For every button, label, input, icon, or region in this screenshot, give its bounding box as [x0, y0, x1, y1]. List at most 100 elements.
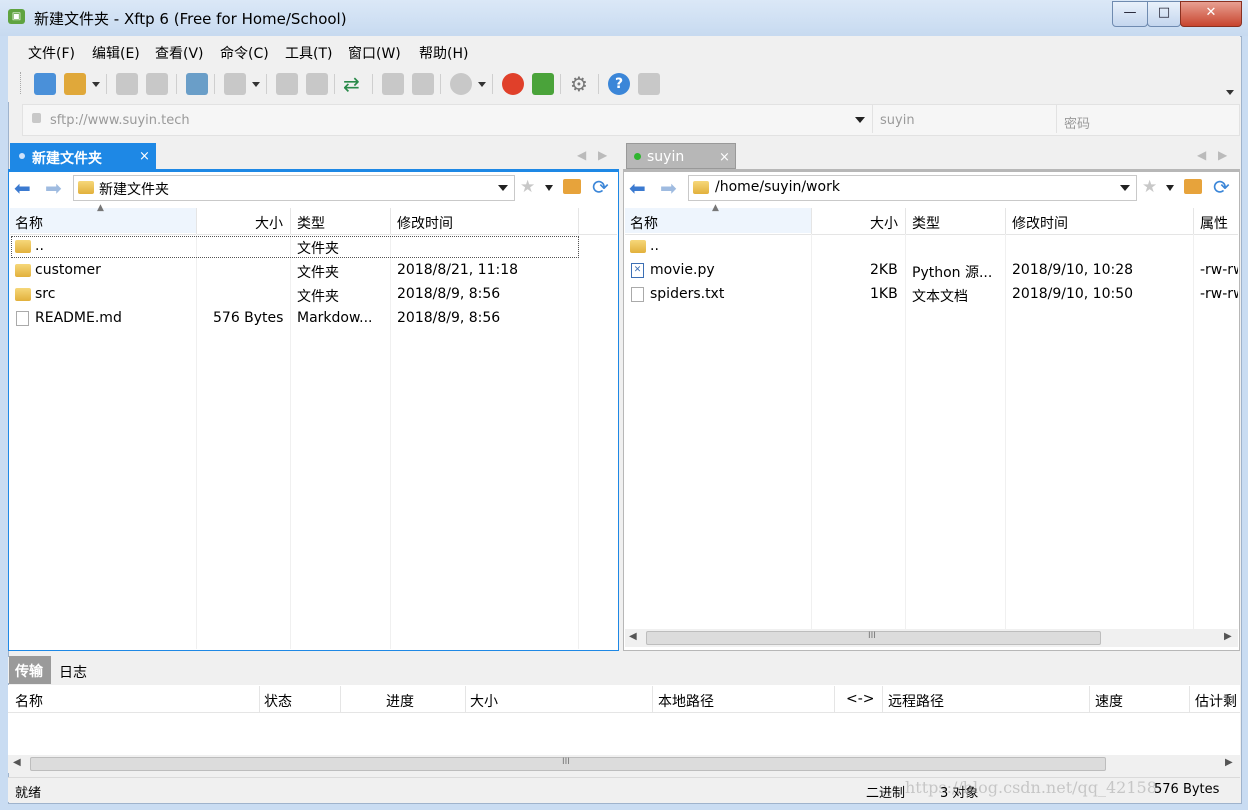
table-row[interactable] [626, 236, 1238, 258]
col-sep[interactable] [905, 208, 906, 234]
local-col-modified[interactable]: 修改时间 [397, 213, 453, 233]
back-arrow-icon[interactable]: ⬅ [14, 176, 31, 200]
terminal-icon[interactable] [224, 73, 246, 95]
new-session-icon[interactable] [34, 73, 56, 95]
transfer-col-name[interactable]: 名称 [15, 691, 43, 711]
properties-icon[interactable] [186, 73, 208, 95]
toolbar-separator [440, 74, 441, 94]
url-dropdown-icon[interactable] [855, 117, 865, 123]
url-input[interactable]: sftp://www.suyin.tech [50, 113, 190, 128]
col-sep[interactable] [259, 686, 260, 712]
col-sep[interactable] [465, 686, 466, 712]
xshell-icon[interactable] [502, 73, 524, 95]
menu-window[interactable]: 窗口(W) [348, 43, 401, 63]
col-sep[interactable] [290, 208, 291, 234]
transfer-col-direction[interactable]: <-> [846, 691, 875, 707]
col-sep[interactable] [652, 686, 653, 712]
scroll-grip: III [868, 631, 876, 641]
remote-col-type[interactable]: 类型 [912, 213, 940, 233]
settings-gear-icon[interactable]: ⚙ [570, 72, 588, 96]
tab-remote-close-icon[interactable]: × [719, 150, 730, 165]
forward-arrow-icon[interactable]: ➡ [45, 176, 62, 200]
transfer-col-remote-path[interactable]: 远程路径 [888, 691, 944, 711]
menu-view[interactable]: 查看(V) [155, 43, 204, 63]
transfer-mode[interactable]: 二进制 [866, 782, 905, 801]
connect-icon[interactable] [116, 73, 138, 95]
local-col-name[interactable]: 名称 [15, 213, 43, 233]
col-sep[interactable] [390, 208, 391, 234]
tab-scroll-right-icon[interactable]: ▶ [1218, 148, 1227, 162]
username-input[interactable]: suyin [880, 113, 915, 128]
col-sep[interactable] [340, 686, 341, 712]
sync-icon[interactable] [382, 73, 404, 95]
local-col-size[interactable]: 大小 [255, 213, 283, 233]
tab-local-close-icon[interactable]: × [139, 149, 150, 164]
favorite-dropdown-icon[interactable] [545, 185, 553, 191]
forward-arrow-icon[interactable]: ➡ [660, 176, 677, 200]
open-folder-icon[interactable] [64, 73, 86, 95]
scroll-left-icon[interactable]: ◀ [629, 631, 637, 642]
menu-command[interactable]: 命令(C) [220, 43, 269, 63]
home-folder-icon[interactable] [563, 179, 581, 194]
col-sep[interactable] [1189, 686, 1190, 712]
col-sep[interactable] [1005, 208, 1006, 234]
transfer-col-progress[interactable]: 进度 [386, 691, 414, 711]
tab-scroll-right-icon[interactable]: ▶ [598, 148, 607, 162]
copy-icon[interactable] [276, 73, 298, 95]
menu-tools[interactable]: 工具(T) [285, 43, 332, 63]
col-sep[interactable] [1193, 208, 1194, 234]
back-arrow-icon[interactable]: ⬅ [629, 176, 646, 200]
open-dropdown-icon[interactable] [92, 82, 100, 87]
scroll-left-icon[interactable]: ◀ [13, 757, 21, 768]
favorite-star-icon[interactable]: ★ [1142, 177, 1157, 197]
toolbar-overflow-icon[interactable] [1226, 90, 1234, 95]
chat-icon[interactable] [638, 73, 660, 95]
local-col-type[interactable]: 类型 [297, 213, 325, 233]
maximize-button[interactable]: □ [1147, 1, 1181, 27]
favorite-dropdown-icon[interactable] [1166, 185, 1174, 191]
close-button[interactable]: ✕ [1180, 1, 1242, 27]
scroll-right-icon[interactable]: ▶ [1225, 757, 1233, 768]
remote-col-name[interactable]: 名称 [630, 213, 658, 233]
menu-help[interactable]: 帮助(H) [419, 43, 468, 63]
home-folder-icon[interactable] [1184, 179, 1202, 194]
xftp-icon[interactable] [532, 73, 554, 95]
status-icon[interactable] [450, 73, 472, 95]
transfer-col-status[interactable]: 状态 [264, 691, 292, 711]
col-sep[interactable] [578, 208, 579, 234]
terminal-dropdown-icon[interactable] [252, 82, 260, 87]
remote-path-dropdown-icon[interactable] [1120, 185, 1130, 191]
table-row[interactable] [11, 236, 579, 258]
favorite-star-icon[interactable]: ★ [520, 177, 535, 197]
col-sep[interactable] [196, 208, 197, 234]
minimize-button[interactable]: — [1112, 1, 1148, 27]
status-dropdown-icon[interactable] [478, 82, 486, 87]
row-type: 文件夹 [297, 241, 339, 257]
remote-col-size[interactable]: 大小 [870, 213, 898, 233]
local-path-dropdown-icon[interactable] [498, 185, 508, 191]
tab-scroll-left-icon[interactable]: ◀ [1197, 148, 1206, 162]
remote-col-modified[interactable]: 修改时间 [1012, 213, 1068, 233]
menu-file[interactable]: 文件(F) [28, 43, 75, 63]
paste-icon[interactable] [306, 73, 328, 95]
col-sep[interactable] [1089, 686, 1090, 712]
help-icon[interactable]: ? [608, 73, 630, 95]
remote-col-attributes[interactable]: 属性 [1200, 213, 1228, 233]
tab-log[interactable]: 日志 [59, 662, 87, 682]
compare-icon[interactable] [412, 73, 434, 95]
scroll-right-icon[interactable]: ▶ [1224, 631, 1232, 642]
transfer-icon[interactable]: ⇄ [343, 74, 360, 94]
disconnect-icon[interactable] [146, 73, 168, 95]
transfer-col-speed[interactable]: 速度 [1095, 691, 1123, 711]
transfer-col-size[interactable]: 大小 [470, 691, 498, 711]
col-sep[interactable] [882, 686, 883, 712]
password-input[interactable]: 密码 [1064, 113, 1090, 132]
menu-edit[interactable]: 编辑(E) [92, 43, 140, 63]
refresh-icon[interactable]: ⟳ [592, 175, 609, 199]
refresh-icon[interactable]: ⟳ [1213, 175, 1230, 199]
transfer-col-local-path[interactable]: 本地路径 [658, 691, 714, 711]
col-sep[interactable] [811, 208, 812, 234]
tab-scroll-left-icon[interactable]: ◀ [577, 148, 586, 162]
col-sep[interactable] [834, 686, 835, 712]
transfer-col-eta[interactable]: 估计剩 [1195, 691, 1238, 711]
